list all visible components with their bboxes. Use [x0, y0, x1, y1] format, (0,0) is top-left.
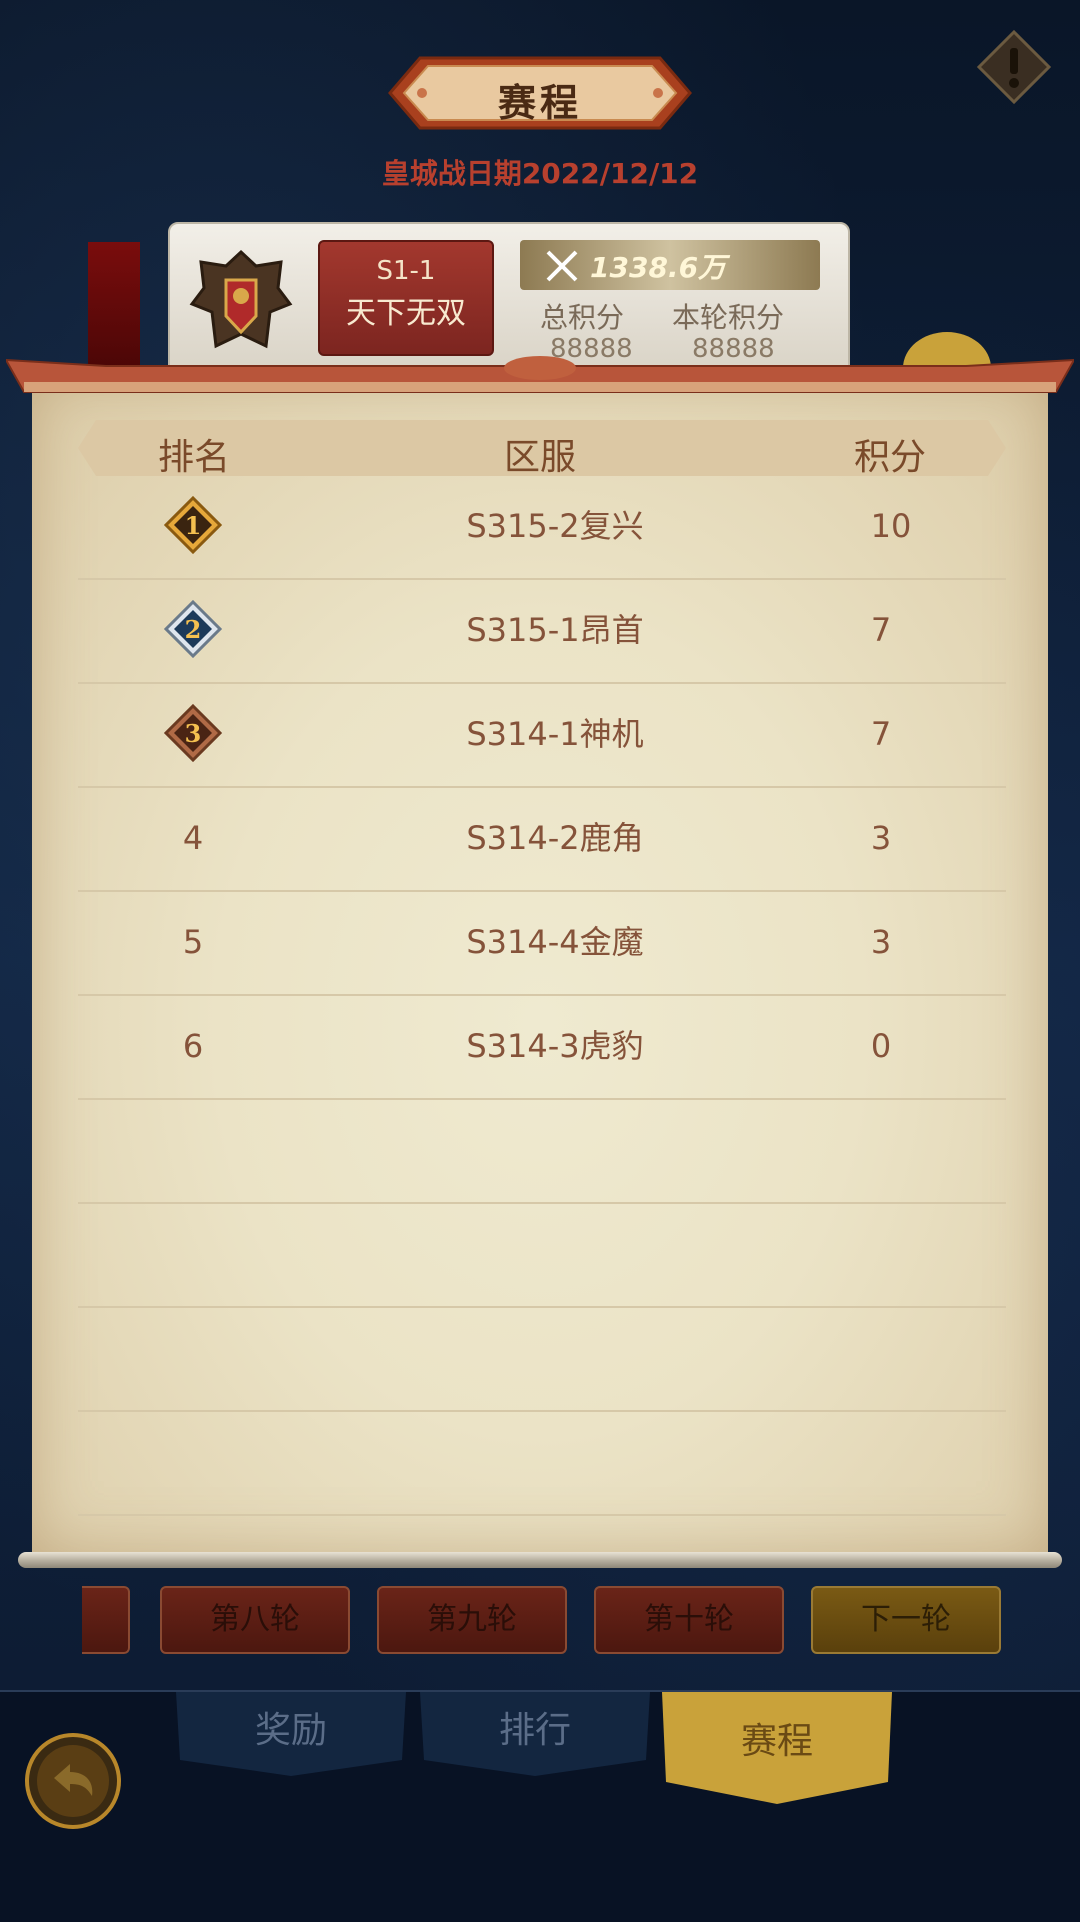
guild-tag: S1-1 天下无双	[318, 240, 494, 356]
scroll-bottom-rod	[18, 1552, 1062, 1568]
points-value: 3	[870, 923, 892, 961]
rank-value: 5	[182, 923, 204, 961]
table-row-empty	[78, 1202, 1006, 1308]
server-name: S314-1神机	[466, 715, 644, 753]
scroll-top-rod	[4, 352, 1076, 398]
tab-rewards-label: 奖励	[254, 1710, 327, 1751]
guild-emblem-icon	[186, 246, 296, 356]
svg-text:3: 3	[185, 719, 202, 748]
tab-rewards[interactable]: 奖励	[176, 1692, 406, 1776]
guild-power: 1338.6万	[590, 251, 727, 284]
guild-name: 天下无双	[346, 296, 466, 331]
tab-ranking-label: 排行	[498, 1710, 571, 1751]
header-points: 积分	[853, 437, 927, 478]
title-plate: 赛程	[370, 52, 710, 134]
table-row-empty	[78, 1098, 1006, 1204]
rank-value: 4	[182, 819, 204, 857]
server-name: S314-3虎豹	[466, 1027, 644, 1065]
rank-value: 6	[182, 1027, 204, 1065]
battle-date: 皇城战日期2022/12/12	[381, 157, 699, 190]
round-selector: 第八轮 第九轮 第十轮 下一轮	[0, 1586, 1080, 1654]
svg-text:1: 1	[185, 511, 202, 540]
silver-medal-icon: 2	[163, 599, 223, 659]
tab-schedule[interactable]: 赛程	[662, 1692, 892, 1804]
points-value: 7	[870, 611, 892, 649]
table-row-empty	[78, 1306, 1006, 1412]
round-9-button[interactable]: 第九轮	[377, 1586, 567, 1654]
round-10-button[interactable]: 第十轮	[594, 1586, 784, 1654]
back-button[interactable]	[24, 1732, 122, 1830]
back-arrow-icon	[25, 1733, 121, 1829]
crossed-swords-icon	[546, 250, 578, 282]
guild-server-id: S1-1	[376, 256, 436, 286]
round-8-button[interactable]: 第八轮	[160, 1586, 350, 1654]
gold-medal-icon: 1	[163, 495, 223, 555]
points-value: 0	[870, 1027, 892, 1065]
server-name: S315-1昂首	[466, 611, 644, 649]
header-server: 区服	[503, 437, 577, 478]
points-value: 10	[870, 507, 912, 545]
power-box: 1338.6万	[520, 240, 820, 290]
table-row[interactable]: 5 S314-4金魔 3	[78, 890, 1006, 996]
round-points-label: 本轮积分	[672, 301, 785, 334]
header-rank: 排名	[157, 437, 231, 478]
table-row[interactable]: 4 S314-2鹿角 3	[78, 786, 1006, 892]
svg-text:2: 2	[185, 615, 202, 644]
next-round-button[interactable]: 下一轮	[811, 1586, 1001, 1654]
points-value: 3	[870, 819, 892, 857]
server-name: S314-2鹿角	[466, 819, 644, 857]
tab-ranking[interactable]: 排行	[420, 1692, 650, 1776]
page-title: 赛程	[497, 81, 582, 125]
table-row[interactable]: 1 S315-2复兴 10	[78, 474, 1006, 580]
server-name: S314-4金魔	[466, 923, 644, 961]
table-row[interactable]: 6 S314-3虎豹 0	[78, 994, 1006, 1100]
server-name: S315-2复兴	[466, 507, 644, 545]
points-value: 7	[870, 715, 892, 753]
table-row[interactable]: 2 S315-1昂首 7	[78, 578, 1006, 684]
alert-icon[interactable]	[975, 28, 1053, 106]
tab-schedule-label: 赛程	[740, 1721, 813, 1762]
total-points-label: 总积分	[540, 301, 625, 334]
table-row[interactable]: 3 S314-1神机 7	[78, 682, 1006, 788]
bronze-medal-icon: 3	[163, 703, 223, 763]
table-row-empty	[78, 1410, 1006, 1516]
